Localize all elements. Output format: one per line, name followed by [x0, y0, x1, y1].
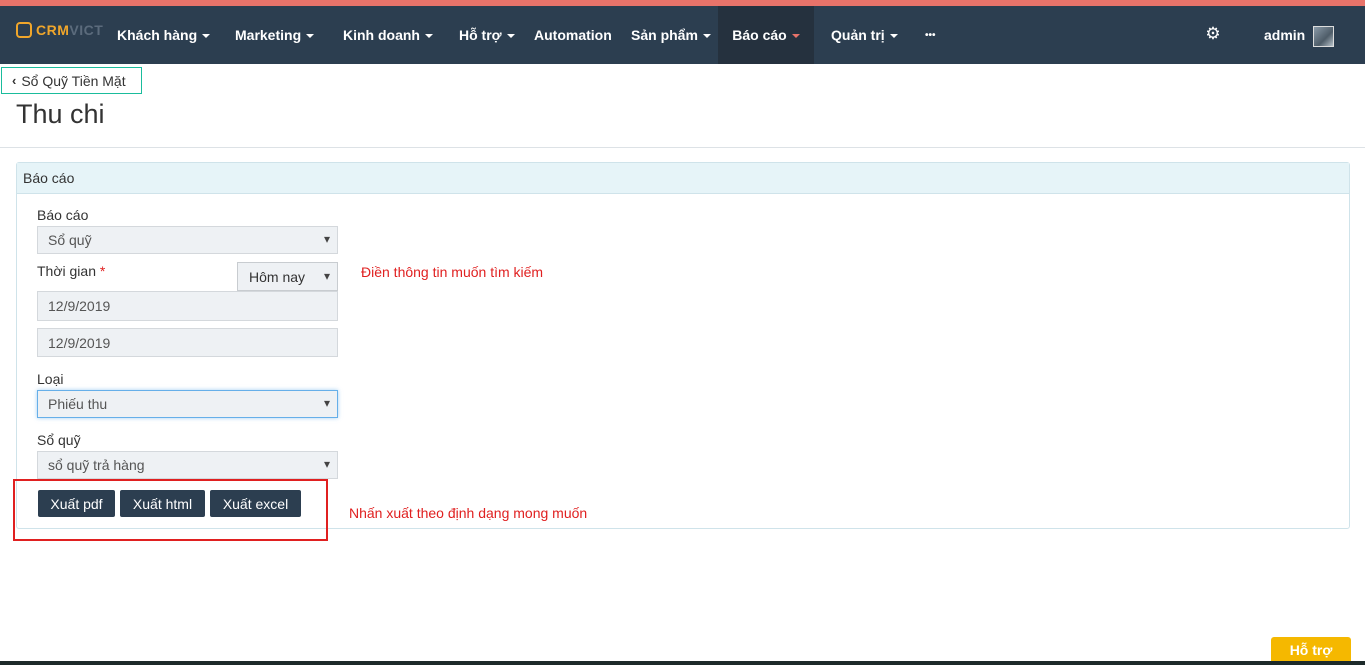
caret-down-icon — [889, 34, 898, 38]
nav-label: Kinh doanh — [343, 27, 420, 43]
nav-label: Automation — [534, 27, 612, 43]
caret-down-icon — [791, 34, 800, 38]
date-from-value: 12/9/2019 — [48, 298, 111, 314]
report-label: Báo cáo — [37, 207, 89, 223]
nav-more-button[interactable]: ••• — [925, 6, 936, 64]
nav-label: Báo cáo — [732, 27, 787, 43]
nav-item-marketing[interactable]: Marketing — [235, 6, 315, 64]
nav-item-ho-tro[interactable]: Hỗ trợ — [459, 6, 515, 64]
logo-icon — [16, 22, 32, 38]
report-select[interactable]: Sổ quỹ — [37, 226, 338, 254]
caret-down-icon — [506, 34, 515, 38]
user-name[interactable]: admin — [1264, 27, 1305, 43]
time-label: Thời gian * — [37, 263, 105, 279]
export-hint: Nhấn xuất theo định dạng mong muốn — [349, 505, 588, 521]
type-label: Loại — [37, 371, 64, 387]
export-excel-button[interactable]: Xuất excel — [210, 490, 301, 517]
report-select-value: Sổ quỹ — [48, 232, 92, 248]
time-label-text: Thời gian — [37, 263, 96, 279]
time-range-select[interactable]: Hôm nay — [237, 262, 338, 291]
divider — [0, 147, 1365, 148]
nav-item-bao-cao[interactable]: Báo cáo — [718, 6, 814, 64]
more-icon: ••• — [925, 29, 936, 41]
brand-name-part1: CRM — [36, 22, 70, 38]
caret-down-icon — [306, 34, 315, 38]
chevron-left-icon: ‹ — [12, 73, 17, 88]
page-title: Thu chi — [16, 99, 105, 129]
search-hint: Điền thông tin muốn tìm kiếm — [361, 264, 544, 280]
brand-logo[interactable]: CRM VICT — [16, 20, 103, 40]
gear-icon[interactable]: ⚙ — [1205, 25, 1221, 42]
fund-select[interactable]: sổ quỹ trả hàng — [37, 451, 338, 479]
export-html-button[interactable]: Xuất html — [120, 490, 205, 517]
nav-label: Quản trị — [831, 27, 885, 43]
nav-label: Sản phẩm — [631, 27, 698, 43]
caret-down-icon — [702, 34, 711, 38]
avatar[interactable] — [1313, 26, 1334, 47]
date-to-field[interactable]: 12/9/2019 — [37, 328, 338, 357]
fund-label: Sổ quỹ — [37, 432, 81, 448]
back-button-label: Sổ Quỹ Tiền Mặt — [21, 72, 126, 89]
nav-item-khach-hang[interactable]: Khách hàng — [117, 6, 211, 64]
date-from-field[interactable]: 12/9/2019 — [37, 291, 338, 321]
bottom-bar — [0, 661, 1365, 665]
time-range-value: Hôm nay — [249, 268, 306, 285]
nav-label: Marketing — [235, 27, 302, 43]
type-select-value: Phiếu thu — [48, 396, 108, 412]
date-to-value: 12/9/2019 — [48, 334, 111, 351]
nav-item-quan-tri[interactable]: Quản trị — [831, 6, 898, 64]
required-marker: * — [99, 263, 106, 279]
nav-label: Hỗ trợ — [459, 27, 502, 43]
fund-select-value: sổ quỹ trả hàng — [48, 457, 145, 473]
nav-label: Khách hàng — [117, 27, 198, 43]
nav-item-kinh-doanh[interactable]: Kinh doanh — [343, 6, 433, 64]
brand-name-part2: VICT — [69, 22, 104, 38]
nav-item-automation[interactable]: Automation — [534, 6, 612, 64]
export-pdf-button[interactable]: Xuất pdf — [38, 490, 115, 517]
caret-down-icon — [425, 34, 433, 38]
back-button[interactable]: ‹ Sổ Quỹ Tiền Mặt — [1, 67, 142, 94]
nav-item-san-pham[interactable]: Sản phẩm — [631, 6, 711, 64]
caret-down-icon — [202, 34, 211, 38]
panel-title: Báo cáo — [17, 163, 1349, 194]
help-button[interactable]: Hỗ trợ — [1271, 637, 1351, 662]
type-select[interactable]: Phiếu thu — [37, 390, 338, 418]
